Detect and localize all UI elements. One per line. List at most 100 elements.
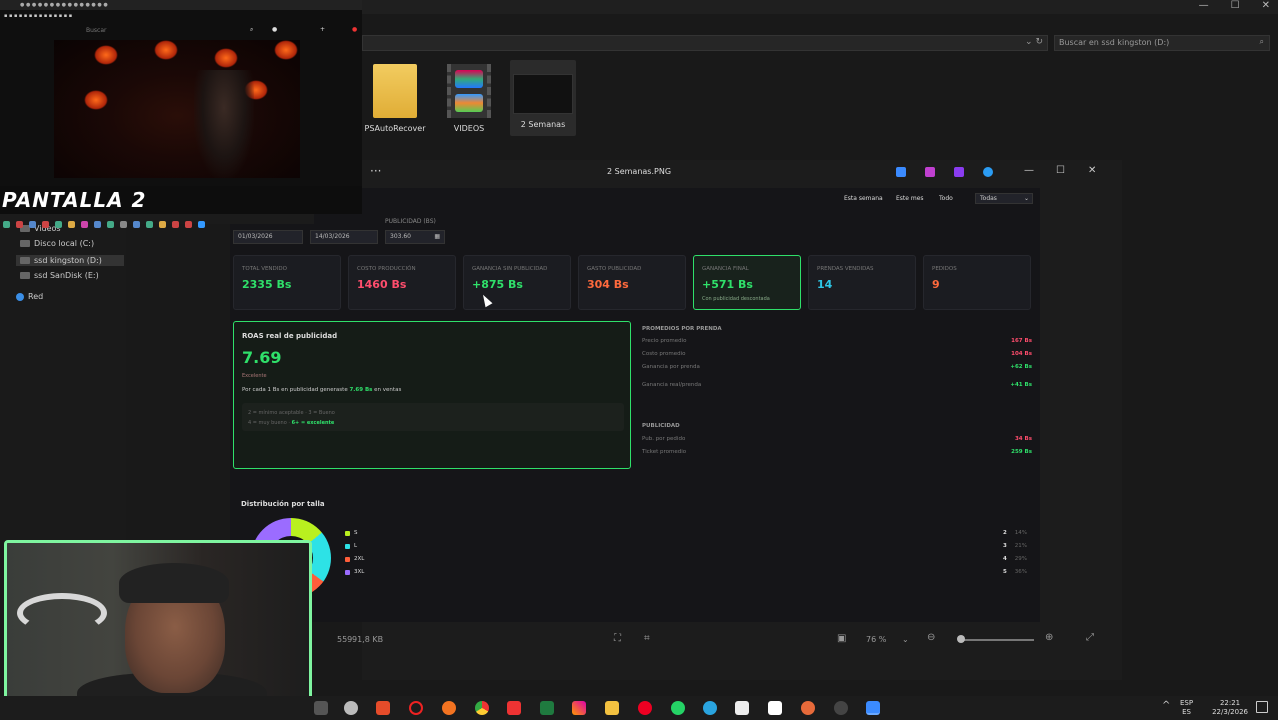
nav-item-disco-e[interactable]: ssd SanDisk (E:) [20, 271, 99, 280]
app-icon[interactable] [133, 221, 140, 228]
file-item-videos[interactable]: VIDEOS [436, 60, 502, 136]
app-icon[interactable] [159, 221, 166, 228]
file-item-psautorecover[interactable]: PSAutoRecover [362, 60, 428, 136]
claude-icon[interactable] [801, 701, 815, 715]
category-select[interactable]: Todas ⌄ [975, 193, 1033, 204]
filter-all[interactable]: Todo [939, 195, 953, 202]
app-icon[interactable] [42, 221, 49, 228]
app-icon[interactable] [107, 221, 114, 228]
minimize-icon[interactable]: — [1024, 165, 1034, 176]
telegram-icon[interactable] [703, 701, 717, 715]
minimize-icon[interactable]: — [1199, 0, 1209, 11]
zoom-level[interactable]: 76 % [866, 635, 886, 644]
zoom-out-icon[interactable]: ⊖ [927, 632, 935, 643]
app-icon[interactable] [68, 221, 75, 228]
youtube-search-input[interactable]: Buscar [86, 27, 107, 34]
size-legend-item: 3XL [345, 569, 364, 575]
search-input[interactable]: Buscar en ssd kingston (D:) ⌕ [1054, 35, 1270, 51]
notion-icon[interactable] [768, 701, 782, 715]
size-legend-item: L [345, 543, 357, 549]
size-distribution-card: Distribución por talla S 2 14% L 3 21% 2XL 4 29%… [233, 493, 1033, 613]
app-icon[interactable] [3, 221, 10, 228]
clipchamp-icon[interactable] [954, 167, 964, 177]
taskbar-app-icon[interactable] [314, 701, 328, 715]
video-folder-icon [447, 64, 491, 118]
app-icon[interactable] [29, 221, 36, 228]
nav-item-red[interactable]: Red [16, 292, 43, 301]
app-icon[interactable] [55, 221, 62, 228]
whatsapp-icon[interactable] [671, 701, 685, 715]
excel-icon[interactable] [540, 701, 554, 715]
publicity-input[interactable]: 303.60 ▦ [385, 230, 445, 244]
chevron-down-icon[interactable]: ⌄ [902, 635, 909, 644]
app-icon[interactable] [185, 221, 192, 228]
address-bar[interactable]: ⌄ ↻ [362, 35, 1048, 51]
mic-icon[interactable]: ● [272, 26, 277, 33]
kpi-value: +571 Bs [702, 278, 753, 291]
video-player[interactable] [54, 40, 300, 178]
maximize-icon[interactable]: ☐ [1056, 165, 1065, 176]
close-icon[interactable]: ✕ [1262, 0, 1270, 11]
app-icon[interactable] [172, 221, 179, 228]
size-label: L [354, 543, 358, 549]
zoom-slider-thumb[interactable] [957, 635, 965, 643]
app-icon[interactable] [146, 221, 153, 228]
folder-icon [373, 64, 417, 118]
webcam-person-headphones [119, 563, 229, 603]
zoom-in-icon[interactable]: ⊕ [1045, 632, 1053, 643]
app-icon-white[interactable] [735, 701, 749, 715]
copilot-icon[interactable] [344, 701, 358, 715]
brave-icon[interactable] [376, 701, 390, 715]
photos-icon[interactable] [866, 701, 880, 715]
kpi-card: COSTO PRODUCCIÓN 1460 Bs [348, 255, 456, 310]
app-icon[interactable] [16, 221, 23, 228]
app-icon[interactable] [81, 221, 88, 228]
firefox-icon[interactable] [442, 701, 456, 715]
chevron-up-icon[interactable]: ^ [1162, 700, 1170, 711]
nav-item-disco-c[interactable]: Disco local (C:) [20, 239, 94, 248]
nav-label: ssd kingston (D:) [34, 256, 102, 265]
maximize-icon[interactable]: ☐ [1231, 0, 1240, 11]
notifications-icon[interactable] [1256, 701, 1268, 713]
onedrive-icon[interactable] [983, 167, 993, 177]
date-to-value: 14/03/2026 [315, 233, 350, 240]
app-icon-red[interactable] [507, 701, 521, 715]
average-label: Costo promedio [642, 351, 686, 357]
notifications-icon[interactable]: ● [352, 26, 357, 33]
pinterest-icon[interactable] [638, 701, 652, 715]
instagram-icon[interactable] [572, 701, 586, 715]
app-icon-gray[interactable] [834, 701, 848, 715]
folder-icon[interactable] [605, 701, 619, 715]
close-icon[interactable]: ✕ [1088, 165, 1096, 176]
kpi-card: TOTAL VENDIDO 2335 Bs [233, 255, 341, 310]
roas-desc-text: en ventas [374, 387, 402, 393]
language-indicator[interactable]: ESP ES [1180, 699, 1193, 717]
size-label: 3XL [354, 569, 365, 575]
chrome-icon[interactable] [475, 701, 489, 715]
size-percent: 14% [1014, 530, 1027, 536]
zoom-slider[interactable] [962, 639, 1034, 641]
crop-icon[interactable]: ⌗ [644, 633, 650, 644]
date-from-input[interactable]: 01/03/2026 [233, 230, 303, 244]
create-icon[interactable]: + [320, 26, 325, 33]
search-icon[interactable]: ⌕ [250, 26, 253, 34]
fit-screen-icon[interactable]: ⛶ [614, 633, 621, 644]
paint-icon[interactable] [925, 167, 935, 177]
more-options-icon[interactable]: ··· [370, 164, 381, 178]
refresh-icon[interactable]: ⌄ ↻ [1025, 37, 1043, 47]
opera-icon[interactable] [409, 701, 423, 715]
date-to-input[interactable]: 14/03/2026 [310, 230, 378, 244]
filter-this-month[interactable]: Este mes [896, 195, 924, 202]
nav-item-disco-d[interactable]: ssd kingston (D:) [16, 255, 124, 266]
fullscreen-icon[interactable]: ⤢ [1086, 632, 1094, 643]
app-icon[interactable] [94, 221, 101, 228]
filter-this-week[interactable]: Esta semana [844, 195, 883, 202]
app-icon[interactable] [198, 221, 205, 228]
clock[interactable]: 22:21 22/3/2026 [1212, 699, 1248, 717]
app-icon[interactable] [120, 221, 127, 228]
drive-icon [20, 240, 30, 247]
edit-icon[interactable] [896, 167, 906, 177]
legend-swatch [345, 556, 350, 562]
file-item-2-semanas[interactable]: 2 Semanas [510, 60, 576, 136]
actual-size-icon[interactable]: ▣ [837, 633, 846, 644]
